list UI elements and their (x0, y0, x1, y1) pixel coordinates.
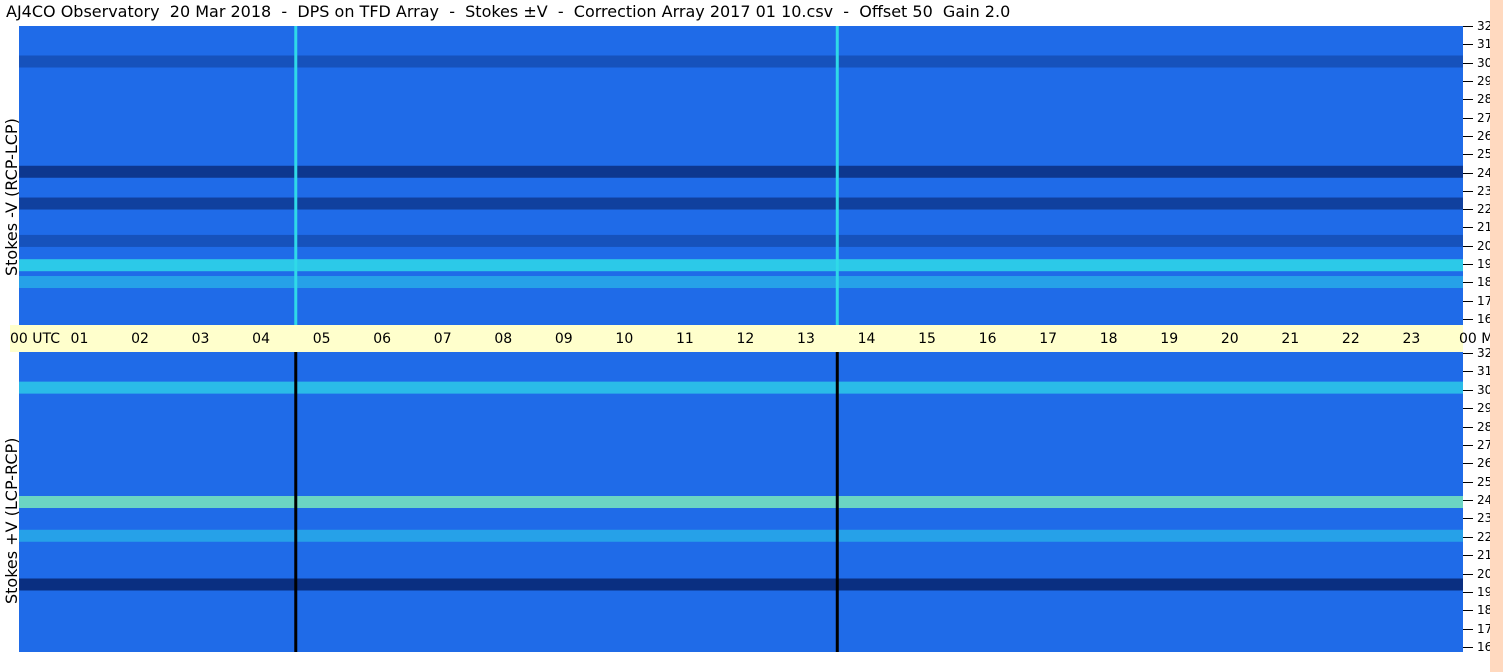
freq-tick-mark (1463, 227, 1473, 229)
time-tick-label: 21 (1281, 331, 1300, 347)
time-tick-label: 00 UTC (10, 331, 61, 347)
freq-tick-mark (1463, 444, 1473, 446)
time-tick-label: 23 (1402, 331, 1421, 347)
freq-tick-mark (1463, 573, 1473, 575)
vertical-line (835, 26, 839, 325)
spectral-band (19, 578, 1463, 591)
freq-tick-mark (1463, 117, 1473, 119)
freq-tick-mark (1463, 154, 1473, 156)
time-tick-label: 14 (857, 331, 876, 347)
time-tick-label: 20 (1220, 331, 1239, 347)
freq-tick-mark (1463, 353, 1473, 354)
time-tick-label: 10 (615, 331, 634, 347)
freq-tick-mark (1463, 463, 1473, 465)
spectral-band (19, 234, 1463, 247)
spectral-band (19, 529, 1463, 542)
freq-tick-mark (1463, 319, 1473, 320)
time-tick-label: 17 (1039, 331, 1058, 347)
time-tick-label: 04 (252, 331, 270, 347)
spectral-band (19, 197, 1463, 210)
freq-tick-mark (1463, 647, 1473, 648)
time-tick-label: 16 (978, 331, 997, 347)
freq-tick-mark (1463, 500, 1473, 501)
spectral-band (19, 276, 1463, 289)
time-tick-label: 11 (675, 331, 694, 347)
time-tick-label: 18 (1099, 331, 1118, 347)
spectrogram-top-svg (19, 26, 1463, 325)
spectral-band (19, 496, 1463, 508)
freq-tick-mark (1463, 555, 1473, 557)
time-tick-label: 13 (797, 331, 815, 347)
spectrogram-bottom-svg (19, 352, 1463, 652)
time-tick-label: 22 (1341, 331, 1360, 347)
freq-tick-mark (1463, 628, 1473, 630)
vertical-line (294, 352, 298, 652)
freq-tick-mark (1463, 209, 1473, 211)
time-tick-label: 05 (312, 331, 331, 347)
spectral-band (19, 259, 1463, 272)
time-tick-label: 06 (373, 331, 392, 347)
freq-tick-mark (1463, 99, 1473, 101)
time-tick-label: 08 (494, 331, 513, 347)
spectrogram-bottom (19, 352, 1463, 652)
freq-tick-mark (1463, 190, 1473, 192)
freq-tick-mark (1463, 389, 1473, 391)
time-tick-label: 09 (554, 331, 573, 347)
time-tick-label: 12 (736, 331, 755, 347)
freq-tick-mark (1463, 536, 1473, 538)
spectral-band (19, 55, 1463, 68)
spectral-band (19, 165, 1463, 178)
time-tick-label: 03 (191, 331, 210, 347)
freq-tick-mark (1463, 135, 1473, 137)
freq-tick-mark (1463, 264, 1473, 266)
freq-tick-mark (1463, 26, 1473, 27)
freq-tick-mark (1463, 518, 1473, 520)
freq-tick-mark (1463, 408, 1473, 410)
time-tick-label: 15 (918, 331, 936, 347)
freq-tick-mark (1463, 172, 1473, 174)
spectral-band (19, 381, 1463, 394)
freq-tick-mark (1463, 245, 1473, 247)
time-axis: 00 UTC 01 02 03 04 05 06 07 08 09 10 11 12 13 14 15 16 17… (10, 325, 1503, 352)
time-tick-label: 01 (70, 331, 89, 347)
time-tick-label: 02 (131, 331, 149, 347)
freq-tick-mark (1463, 610, 1473, 612)
freq-tick-mark (1463, 282, 1473, 284)
vertical-line (294, 26, 298, 325)
freq-tick-mark (1463, 300, 1473, 302)
freq-tick-mark (1463, 591, 1473, 593)
spectrogram-top (19, 26, 1463, 325)
freq-tick-mark (1463, 481, 1473, 483)
freq-tick-mark (1463, 371, 1473, 373)
chart-title: AJ4CO Observatory 20 Mar 2018 - DPS on T… (6, 2, 1011, 21)
freq-tick-mark (1463, 426, 1473, 428)
right-margin-strip (1490, 0, 1503, 672)
vertical-line (835, 352, 839, 652)
time-tick-label: 07 (433, 331, 452, 347)
freq-tick-mark (1463, 44, 1473, 46)
freq-tick-mark (1463, 80, 1473, 82)
freq-tick-mark (1463, 62, 1473, 64)
time-tick-label: 19 (1160, 331, 1179, 347)
